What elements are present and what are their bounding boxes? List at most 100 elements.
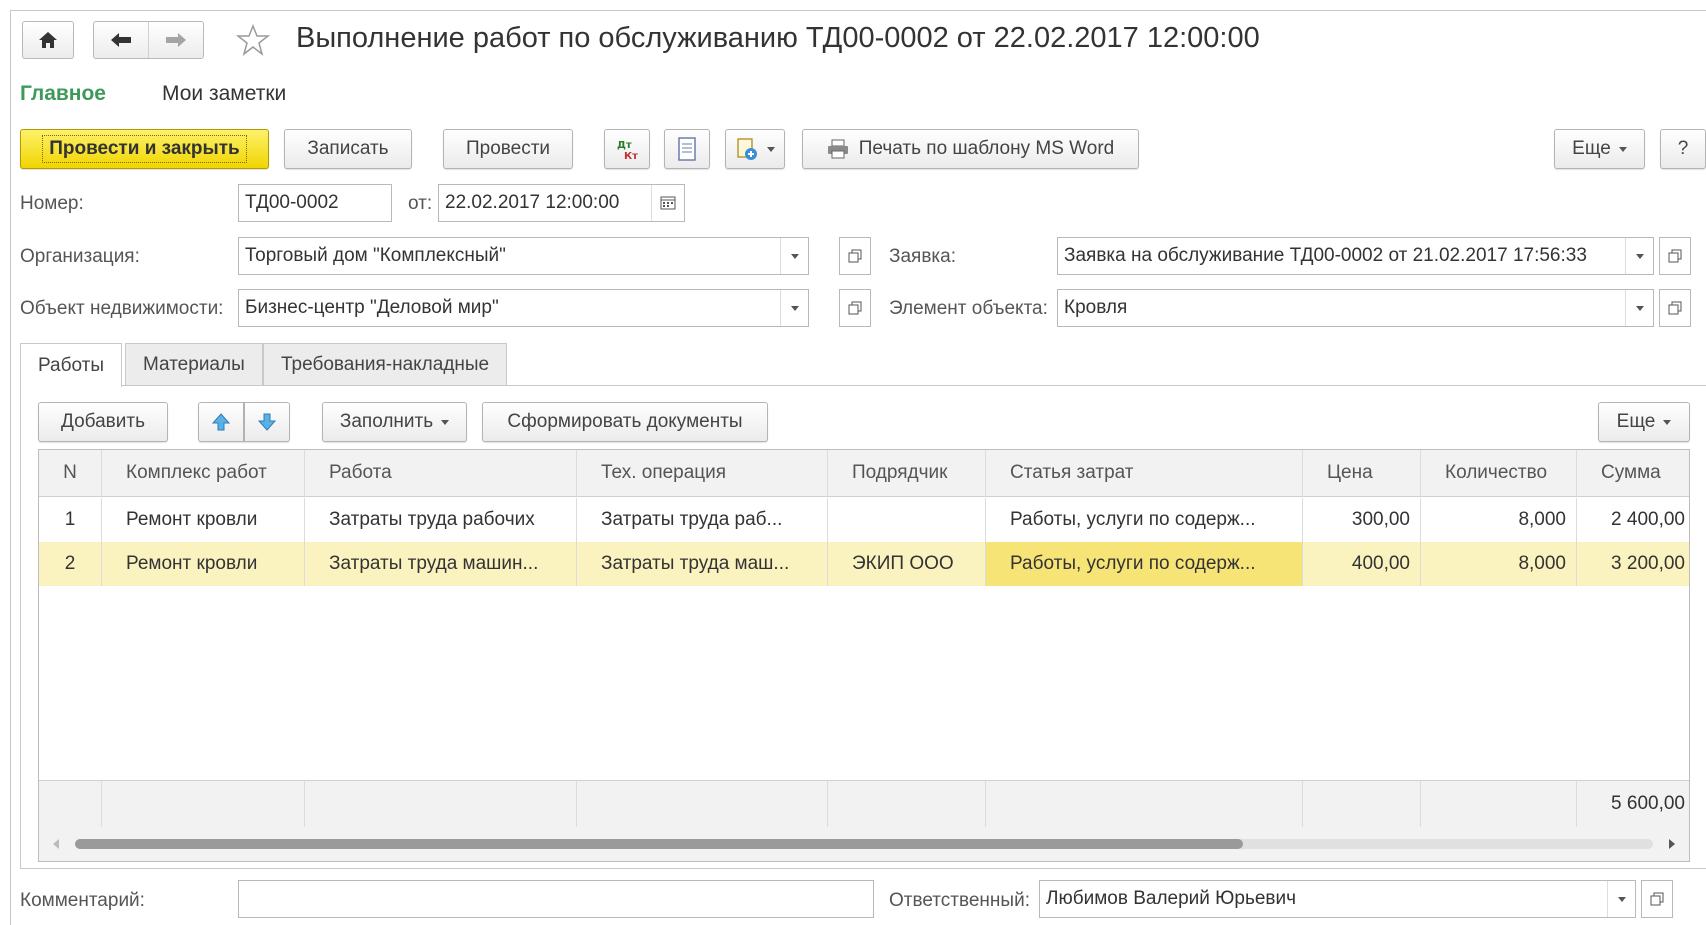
column-header-sum[interactable]: Сумма	[1577, 450, 1689, 496]
organization-dropdown[interactable]	[780, 238, 808, 274]
cell-contractor	[828, 498, 986, 542]
responsible-value: Любимов Валерий Юрьевич	[1046, 888, 1297, 909]
scroll-right-icon[interactable]	[1669, 839, 1675, 849]
save-button[interactable]: Записать	[284, 129, 412, 169]
tab-works[interactable]: Работы	[20, 343, 122, 387]
number-field[interactable]: ТД00-0002	[238, 184, 392, 222]
favorite-button[interactable]	[235, 23, 271, 62]
add-row-button[interactable]: Добавить	[38, 402, 168, 442]
column-header-quantity[interactable]: Количество	[1421, 450, 1577, 496]
fill-button[interactable]: Заполнить	[322, 402, 467, 442]
date-value: 22.02.2017 12:00:00	[445, 192, 620, 213]
property-object-dropdown[interactable]	[780, 290, 808, 326]
organization-field[interactable]: Торговый дом "Комплексный"	[238, 237, 809, 275]
column-header-work-complex[interactable]: Комплекс работ	[102, 450, 305, 496]
move-down-button[interactable]	[244, 402, 290, 442]
section-main[interactable]: Главное	[20, 82, 106, 106]
footer-cell	[1421, 781, 1577, 827]
number-label: Номер:	[20, 193, 84, 214]
chevron-down-icon	[790, 305, 799, 311]
chevron-down-icon	[790, 253, 799, 259]
column-header-price[interactable]: Цена	[1303, 450, 1421, 496]
column-header-work[interactable]: Работа	[305, 450, 577, 496]
footer-total-sum: 5 600,00	[1611, 793, 1685, 814]
generate-documents-button[interactable]: Сформировать документы	[482, 402, 768, 442]
property-object-open-button[interactable]	[839, 289, 871, 327]
arrow-right-icon	[166, 33, 186, 47]
responsible-open-button[interactable]	[1641, 880, 1673, 918]
chevron-down-icon	[767, 146, 775, 152]
post-and-close-button[interactable]: Провести и закрыть	[20, 129, 269, 169]
back-button[interactable]	[94, 22, 148, 58]
more-label: Еще	[1572, 138, 1611, 159]
tab-requisitions[interactable]: Требования-накладные	[263, 343, 508, 385]
star-icon	[235, 23, 271, 56]
organization-open-button[interactable]	[839, 237, 871, 275]
home-button[interactable]	[22, 21, 74, 59]
report-button[interactable]	[664, 129, 710, 169]
tab-materials[interactable]: Материалы	[125, 343, 263, 385]
comment-field[interactable]	[238, 880, 874, 918]
number-value: ТД00-0002	[245, 192, 339, 213]
cell-contractor: ЭКИП ООО	[828, 542, 986, 586]
chevron-down-icon	[441, 419, 450, 425]
object-element-dropdown[interactable]	[1625, 290, 1653, 326]
responsible-dropdown[interactable]	[1607, 881, 1635, 917]
arrow-left-icon	[111, 33, 131, 47]
request-dropdown[interactable]	[1625, 238, 1653, 274]
property-object-value: Бизнес-центр "Деловой мир"	[245, 297, 499, 318]
chevron-down-icon	[1635, 305, 1644, 311]
column-header-operation[interactable]: Тех. операция	[577, 450, 828, 496]
dt-kt-button[interactable]: Дт Кт	[604, 129, 650, 169]
open-window-icon	[848, 301, 862, 315]
scroll-left-icon[interactable]	[53, 839, 59, 849]
request-open-button[interactable]	[1659, 237, 1691, 275]
responsible-field[interactable]: Любимов Валерий Юрьевич	[1039, 880, 1636, 918]
table-row-selected[interactable]: 2 Ремонт кровли Затраты труда машин... З…	[39, 542, 1689, 586]
print-word-button[interactable]: Печать по шаблону MS Word	[802, 129, 1139, 169]
cell-n: 2	[39, 542, 102, 586]
scroll-track[interactable]	[75, 839, 1653, 849]
scroll-thumb[interactable]	[75, 839, 1243, 849]
footer-cell	[577, 781, 828, 827]
cell-work: Затраты труда машин...	[305, 542, 577, 586]
table-row[interactable]: 1 Ремонт кровли Затраты труда рабочих За…	[39, 498, 1689, 542]
create-based-icon	[737, 138, 757, 160]
cell-sum: 2 400,00	[1611, 509, 1685, 530]
column-header-contractor[interactable]: Подрядчик	[828, 450, 986, 496]
responsible-label: Ответственный:	[889, 890, 1030, 911]
request-field[interactable]: Заявка на обслуживание ТД00-0002 от 21.0…	[1057, 237, 1654, 275]
object-element-open-button[interactable]	[1659, 289, 1691, 327]
section-notes[interactable]: Мои заметки	[162, 82, 286, 106]
cell-n: 1	[39, 498, 102, 542]
column-header-cost-item[interactable]: Статья затрат	[986, 450, 1303, 496]
date-field[interactable]: 22.02.2017 12:00:00	[438, 184, 685, 222]
move-up-button[interactable]	[198, 402, 244, 442]
forward-button[interactable]	[148, 22, 203, 58]
print-word-label: Печать по шаблону MS Word	[858, 138, 1115, 159]
page-title: Выполнение работ по обслуживанию ТД00-00…	[296, 22, 1260, 54]
table-more-button[interactable]: Еще	[1598, 402, 1690, 442]
object-element-field[interactable]: Кровля	[1057, 289, 1654, 327]
table-header: N Комплекс работ Работа Тех. операция По…	[39, 450, 1689, 497]
property-object-field[interactable]: Бизнес-центр "Деловой мир"	[238, 289, 809, 327]
cell-work-complex: Ремонт кровли	[102, 498, 305, 542]
calendar-button[interactable]	[651, 185, 684, 221]
object-element-label: Элемент объекта:	[889, 298, 1048, 319]
open-window-icon	[1668, 249, 1682, 263]
cell-price: 300,00	[1303, 498, 1421, 542]
post-and-close-label: Провести и закрыть	[42, 135, 247, 163]
horizontal-scrollbar[interactable]	[39, 827, 1689, 861]
create-based-on-button[interactable]	[725, 129, 785, 169]
chevron-down-icon	[1635, 253, 1644, 259]
more-button[interactable]: Еще	[1554, 129, 1645, 169]
cell-work-complex: Ремонт кровли	[102, 542, 305, 586]
cell-quantity: 8,000	[1421, 542, 1577, 586]
cell-cost-item-active[interactable]: Работы, услуги по содерж...	[986, 542, 1303, 586]
home-icon	[39, 32, 57, 48]
help-button[interactable]: ?	[1660, 129, 1706, 169]
footer-cell	[986, 781, 1303, 827]
column-header-n[interactable]: N	[39, 450, 102, 496]
post-button[interactable]: Провести	[443, 129, 573, 169]
arrow-up-icon	[211, 413, 231, 431]
